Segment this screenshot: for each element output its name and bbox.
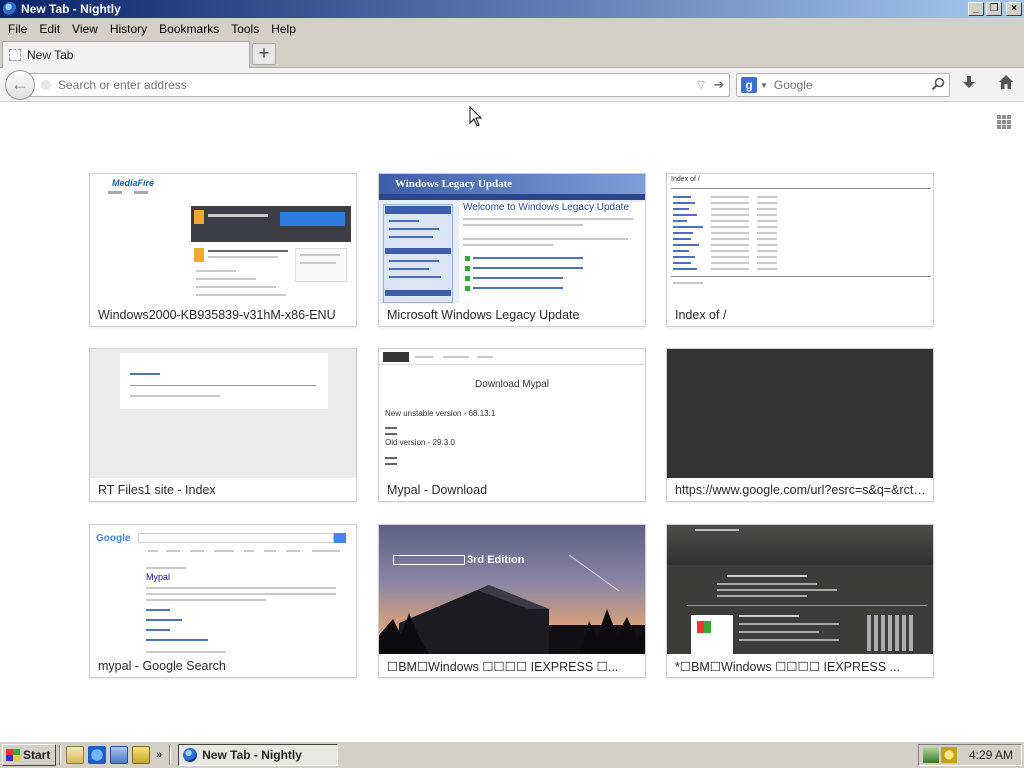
thumb-text: Windows Legacy Update (395, 178, 513, 190)
tile-title: RT Files1 site - Index (98, 483, 216, 497)
search-input[interactable] (773, 78, 924, 92)
top-site-tile-iexpress[interactable]: 3rd Edition ☐BM☐Windows ☐☐☐☐ IEXPRESS ☐.… (378, 524, 646, 678)
tile-title: https://www.google.com/url?esrc=s&q=&rct… (675, 483, 927, 497)
outlook-express-icon[interactable] (110, 746, 128, 764)
new-tab-button[interactable]: + (252, 43, 276, 65)
tab-strip: New Tab + (0, 39, 1024, 68)
nightly-app-icon (183, 748, 198, 762)
top-site-tile-rt-files[interactable]: RT Files1 site - Index (89, 348, 357, 502)
tab-new-tab[interactable]: New Tab (2, 41, 250, 68)
window-titlebar[interactable]: New Tab - Nightly _ ❐ × (0, 0, 1024, 18)
magnifier-icon[interactable] (931, 77, 945, 94)
address-bar[interactable]: ▽ ➔ (22, 73, 730, 97)
history-dropdown-icon[interactable]: ▽ (693, 80, 709, 91)
menu-view[interactable]: View (66, 22, 104, 36)
top-site-tile-iexpress-2[interactable]: *☐BM☐Windows ☐☐☐☐ IEXPRESS ... (666, 524, 934, 678)
back-arrow-icon: ← (11, 74, 29, 94)
downloads-icon[interactable] (957, 74, 981, 96)
tile-thumbnail: MediaFire (90, 174, 356, 303)
mouse-pointer-icon (469, 106, 483, 127)
system-tray: 4:29 AM (918, 744, 1022, 766)
start-button[interactable]: Start (2, 744, 56, 766)
thumb-text: Index of / (671, 176, 700, 183)
taskbar-separator (59, 745, 61, 765)
thumb-text: Mypal (146, 572, 171, 582)
windows-taskbar: Start » New Tab - Nightly 4:29 AM (0, 741, 1024, 768)
taskbar-button-label: New Tab - Nightly (202, 748, 302, 762)
search-bar[interactable]: g ▼ (736, 73, 950, 97)
thumb-text: New unstable version - 68.13.1 (385, 409, 496, 418)
taskbar-separator (169, 745, 172, 765)
thumb-text: Old version - 29.3.0 (385, 438, 455, 447)
tile-title: Mypal - Download (387, 483, 488, 497)
nightly-app-icon (3, 2, 17, 16)
explorer-icon[interactable] (132, 746, 150, 764)
tile-thumbnail: Download Mypal New unstable version - 68… (379, 349, 645, 478)
menu-file[interactable]: File (2, 22, 33, 36)
menu-edit[interactable]: Edit (33, 22, 66, 36)
show-desktop-icon[interactable] (66, 746, 84, 764)
menu-tools[interactable]: Tools (225, 22, 265, 36)
tile-thumbnail: Google Mypal (90, 525, 356, 654)
top-site-tile-google-search[interactable]: Google Mypal mypal - Google Search (89, 524, 357, 678)
tile-title: Windows2000-KB935839-v31hM-x86-ENU (98, 308, 336, 322)
window-title: New Tab - Nightly (21, 2, 121, 16)
home-icon[interactable] (994, 74, 1018, 96)
tile-title: ☐BM☐Windows ☐☐☐☐ IEXPRESS ☐... (387, 660, 619, 674)
top-site-tile-index[interactable]: Index of / Index of / (666, 173, 934, 327)
navigation-toolbar: ▽ ➔ ← g ▼ (0, 68, 1024, 102)
menu-help[interactable]: Help (265, 22, 302, 36)
close-button[interactable]: × (1006, 2, 1022, 16)
tile-thumbnail (90, 349, 356, 478)
engine-dropdown-icon[interactable]: ▼ (760, 81, 768, 90)
tile-thumbnail: Windows Legacy Update Welcome to Windows… (379, 174, 645, 303)
thumb-text: Google (96, 533, 131, 544)
top-site-tile-mediafire[interactable]: MediaFire Windows2000-KB935839-v31hM-x86… (89, 173, 357, 327)
tile-title: Microsoft Windows Legacy Update (387, 308, 580, 322)
tile-thumbnail: 3rd Edition (379, 525, 645, 654)
thumb-text: Download Mypal (475, 379, 549, 390)
volume-icon[interactable] (941, 747, 957, 763)
start-label: Start (23, 748, 51, 762)
tile-title: *☐BM☐Windows ☐☐☐☐ IEXPRESS ... (675, 660, 900, 674)
top-site-tile-google-url[interactable]: https://www.google.com/url?esrc=s&q=&rct… (666, 348, 934, 502)
minimize-button[interactable]: _ (968, 2, 984, 16)
tile-thumbnail: Index of / (667, 174, 933, 303)
tile-thumbnail (667, 525, 933, 654)
internet-explorer-icon[interactable] (88, 746, 106, 764)
menu-history[interactable]: History (104, 22, 153, 36)
site-identity-icon[interactable] (41, 80, 51, 90)
page-icon (9, 49, 21, 61)
top-site-tile-legacy-update[interactable]: Windows Legacy Update Welcome to Windows… (378, 173, 646, 327)
customize-grid-icon[interactable] (997, 115, 1011, 129)
menu-bookmarks[interactable]: Bookmarks (153, 22, 225, 36)
quicklaunch-more-icon[interactable]: » (156, 749, 162, 761)
windows-logo-icon (6, 749, 20, 761)
tile-thumbnail (667, 349, 933, 478)
address-input[interactable] (58, 78, 693, 92)
taskbar-button-nightly[interactable]: New Tab - Nightly (178, 744, 339, 766)
taskbar-clock[interactable]: 4:29 AM (969, 748, 1013, 762)
window-controls: _ ❐ × (968, 2, 1022, 16)
new-tab-page: MediaFire Windows2000-KB935839-v31hM-x86… (0, 103, 1024, 741)
thumb-text: MediaFire (112, 178, 155, 188)
menu-bar: File Edit View History Bookmarks Tools H… (0, 18, 1024, 39)
network-icon[interactable] (923, 747, 939, 763)
go-arrow-icon[interactable]: ➔ (709, 77, 729, 93)
tile-title: Index of / (675, 308, 727, 322)
thumb-text: Welcome to Windows Legacy Update (463, 202, 630, 213)
google-engine-icon[interactable]: g (741, 77, 757, 93)
restore-button[interactable]: ❐ (986, 2, 1002, 16)
top-site-tile-mypal-download[interactable]: Download Mypal New unstable version - 68… (378, 348, 646, 502)
tile-title: mypal - Google Search (98, 659, 226, 673)
back-button[interactable]: ← (5, 70, 35, 100)
tab-label: New Tab (27, 48, 74, 62)
